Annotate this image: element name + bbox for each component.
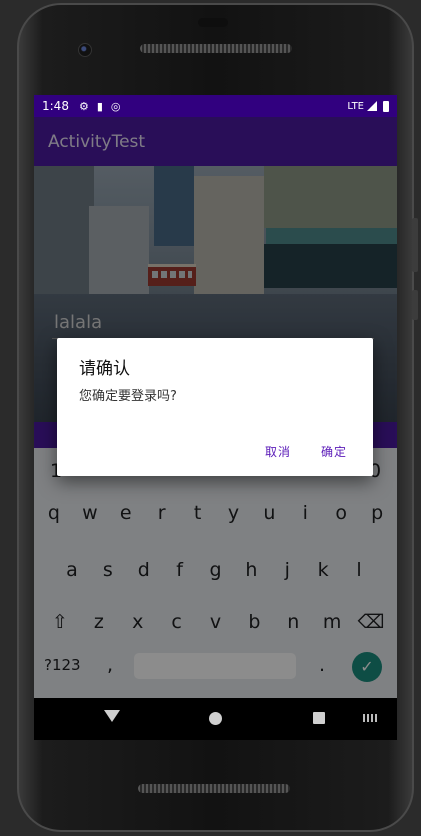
status-right: LTE [347,100,389,112]
earpiece [198,18,228,27]
key-o[interactable]: o [323,502,359,524]
front-camera-icon [78,43,92,57]
tram [148,264,196,286]
app-title: ActivityTest [48,131,146,152]
keyboard-row-1: q w e r t y u i o p [34,502,397,524]
sd-card-icon: ▮ [96,99,103,113]
key-l[interactable]: l [341,559,377,581]
cancel-button[interactable]: 取消 [265,443,291,460]
power-button [412,290,418,320]
username-input[interactable]: lalala [54,312,102,333]
key-h[interactable]: h [233,559,269,581]
sync-icon: ◎ [110,99,121,113]
confirm-button[interactable]: 确定 [321,443,347,460]
network-type: LTE [347,100,364,112]
settings-icon: ⚙ [78,99,89,113]
key-f[interactable]: f [162,559,198,581]
back-icon[interactable] [104,710,120,722]
shop-awning [266,228,397,244]
keyboard-row-2: a s d f g h j k l [34,559,397,581]
volume-button [412,218,418,272]
key-g[interactable]: g [198,559,234,581]
key-c[interactable]: c [159,611,195,633]
key-u[interactable]: u [251,502,287,524]
confirm-dialog: 请确认 您确定要登录吗? 取消 确定 [57,338,373,476]
dialog-message: 您确定要登录吗? [79,389,177,404]
building-mid [89,206,149,296]
shop-front [264,244,397,288]
backspace-icon[interactable]: ⌫ [353,611,389,633]
soft-keyboard: 1 0 q w e r t y u i o p a s d f g h j k … [34,448,397,698]
comma-key[interactable]: , [92,654,128,676]
period-key[interactable]: . [304,654,340,676]
symbols-key[interactable]: ?123 [44,656,81,674]
key-y[interactable]: y [216,502,252,524]
dialog-title: 请确认 [79,359,130,379]
recents-icon[interactable] [313,712,325,724]
check-icon[interactable]: ✓ [352,652,382,682]
top-speaker-grille [140,44,292,53]
shift-icon[interactable]: ⇧ [42,611,78,633]
key-k[interactable]: k [305,559,341,581]
key-r[interactable]: r [144,502,180,524]
status-time: 1:48 [42,99,69,113]
key-d[interactable]: d [126,559,162,581]
spacebar[interactable] [134,653,296,679]
key-n[interactable]: n [275,611,311,633]
key-j[interactable]: j [269,559,305,581]
status-bar: 1:48 ⚙ ▮ ◎ LTE [34,95,397,117]
key-b[interactable]: b [236,611,272,633]
key-q[interactable]: q [36,502,72,524]
key-x[interactable]: x [120,611,156,633]
key-m[interactable]: m [314,611,350,633]
bottom-speaker-grille [138,784,290,793]
home-icon[interactable] [209,712,222,725]
key-i[interactable]: i [287,502,323,524]
key-a[interactable]: a [54,559,90,581]
key-p[interactable]: p [359,502,395,524]
signal-icon [367,101,377,111]
app-bar: ActivityTest [34,117,397,166]
building-right [194,176,264,296]
keyboard-switch-icon[interactable] [363,714,379,722]
tower [154,166,194,246]
key-v[interactable]: v [198,611,234,633]
key-w[interactable]: w [72,502,108,524]
building-far-right [264,166,397,228]
key-e[interactable]: e [108,502,144,524]
keyboard-row-3: ⇧ z x c v b n m ⌫ [34,611,397,633]
key-z[interactable]: z [81,611,117,633]
navigation-bar [34,698,397,740]
building-left [34,166,94,294]
key-s[interactable]: s [90,559,126,581]
battery-icon [383,100,389,112]
key-t[interactable]: t [180,502,216,524]
